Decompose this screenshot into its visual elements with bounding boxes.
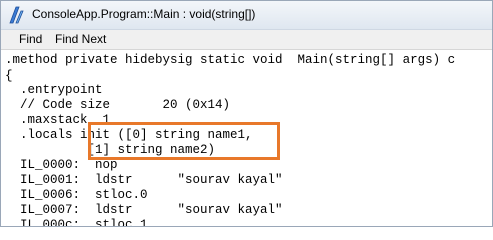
code-line: IL_0007: ldstr "sourav kayal" xyxy=(5,203,283,217)
code-line: .method private hidebysig static void Ma… xyxy=(5,53,456,67)
code-line: IL_000c: stloc.1 xyxy=(5,218,148,227)
title-bar[interactable]: ConsoleApp.Program::Main : void(string[]… xyxy=(1,1,492,30)
code-line: IL_0001: ldstr "sourav kayal" xyxy=(5,173,283,187)
window-title: ConsoleApp.Program::Main : void(string[]… xyxy=(32,7,256,21)
code-line: .entrypoint xyxy=(5,83,103,97)
locals-highlight-box xyxy=(88,122,280,160)
ildasm-window: ConsoleApp.Program::Main : void(string[]… xyxy=(0,0,493,227)
code-line: // Code size 20 (0x14) xyxy=(5,98,231,112)
menu-find[interactable]: Find xyxy=(17,32,44,46)
menu-find-next[interactable]: Find Next xyxy=(53,32,108,46)
menu-bar: Find Find Next xyxy=(1,30,492,50)
ildasm-app-icon xyxy=(9,6,24,24)
code-line: IL_0006: stloc.0 xyxy=(5,188,148,202)
